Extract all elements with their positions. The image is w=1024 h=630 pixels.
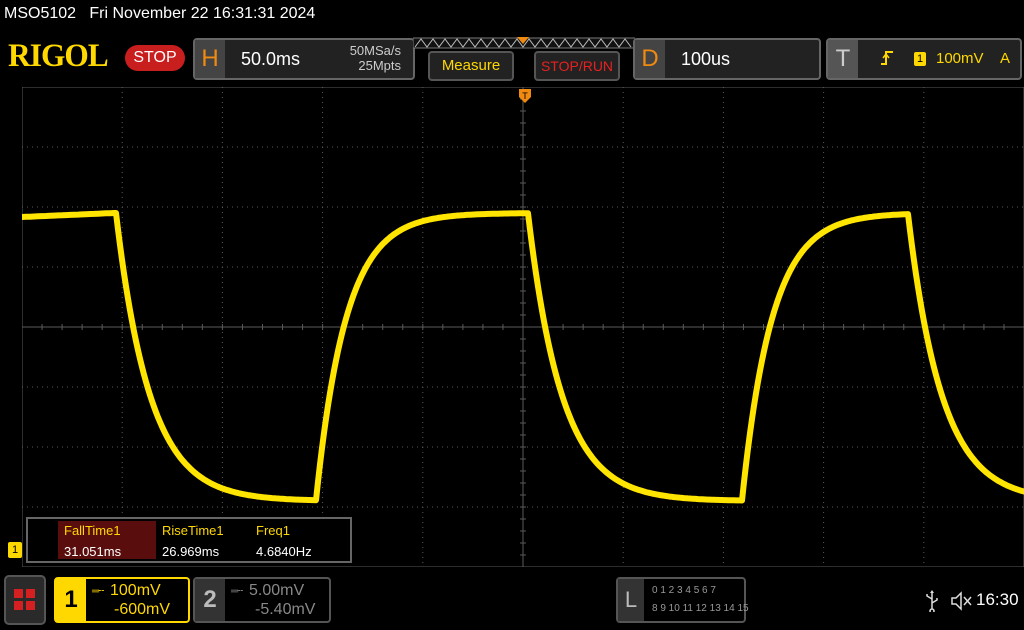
ch2-scale: 5.00mV: [249, 582, 305, 599]
horizontal-letter: H: [195, 40, 225, 78]
measurement-item[interactable]: RiseTime1 26.969ms: [156, 521, 252, 559]
trigger-level: 100mV: [936, 50, 984, 67]
delay-panel[interactable]: D 100us: [633, 38, 821, 80]
clock: 16:30: [976, 590, 1019, 609]
horizontal-panel[interactable]: H 50.0ms 50MSa/s 25Mpts: [193, 38, 415, 80]
measurement-value: 4.6840Hz: [256, 544, 312, 559]
waveform-display[interactable]: T: [22, 87, 1024, 567]
stop-run-button[interactable]: STOP/RUN: [534, 51, 620, 81]
speaker-mute-icon[interactable]: [950, 590, 974, 612]
ch2-panel[interactable]: 2 ═╌ 5.00mV -5.40mV: [193, 577, 331, 623]
measure-button[interactable]: Measure: [428, 51, 514, 81]
logic-channels-high: 8 9 10 11 12 13 14 15: [652, 603, 749, 614]
trigger-letter: T: [828, 40, 858, 78]
ch1-number: 1: [56, 579, 86, 621]
measurement-item[interactable]: FallTime1 31.051ms: [58, 521, 156, 559]
run-state-badge[interactable]: STOP: [125, 45, 185, 71]
rigol-logo: RIGOL: [8, 38, 109, 74]
measurement-value: 26.969ms: [162, 544, 220, 559]
trigger-panel[interactable]: T 1 100mV A: [826, 38, 1022, 80]
timebase-value: 50.0ms: [241, 49, 301, 69]
graticule: [22, 87, 1024, 567]
measurement-value: 31.051ms: [64, 544, 122, 559]
delay-letter: D: [635, 40, 665, 78]
trigger-source-badge: 1: [914, 52, 926, 66]
dc-coupling-icon: ═╌: [231, 586, 243, 597]
trigger-position-strip: [413, 37, 635, 49]
measurement-item[interactable]: Freq1 4.6840Hz: [250, 521, 346, 559]
measurement-label: FallTime1: [64, 523, 121, 538]
logic-letter: L: [618, 579, 644, 621]
measurement-label: Freq1: [256, 523, 290, 538]
measurement-label: RiseTime1: [162, 523, 224, 538]
status-line: MSO5102 Fri November 22 16:31:31 2024: [4, 5, 315, 23]
logic-channels-low: 0 1 2 3 4 5 6 7: [652, 585, 716, 596]
main-menu-button[interactable]: [4, 575, 46, 625]
delay-value: 100us: [681, 49, 731, 69]
measurement-panel[interactable]: FallTime1 31.051ms RiseTime1 26.969ms Fr…: [26, 517, 352, 563]
logic-analyzer-panel[interactable]: L 0 1 2 3 4 5 6 7 8 9 10 11 12 13 14 15: [616, 577, 749, 623]
datetime: Fri November 22 16:31:31 2024: [89, 5, 316, 22]
memory-depth: 25Mpts: [358, 58, 401, 73]
ch2-number: 2: [195, 579, 225, 621]
trigger-mode: A: [1000, 50, 1011, 67]
ch2-offset: -5.40mV: [255, 601, 316, 618]
rising-edge-icon: [881, 51, 893, 65]
svg-text:T: T: [522, 91, 528, 101]
model-name: MSO5102: [4, 5, 77, 22]
sample-rate: 50MSa/s: [349, 43, 401, 58]
sample-info: 50MSa/s 25Mpts: [333, 43, 401, 73]
ch1-panel[interactable]: 1 ═╌ 100mV -600mV: [54, 577, 190, 623]
ch1-scale: 100mV: [110, 582, 161, 599]
ch1-offset: -600mV: [114, 601, 171, 618]
dc-coupling-icon: ═╌: [92, 586, 104, 597]
menu-grid-icon: [14, 589, 35, 610]
usb-icon: [926, 590, 938, 612]
ch1-offset-marker[interactable]: 1: [8, 542, 22, 558]
